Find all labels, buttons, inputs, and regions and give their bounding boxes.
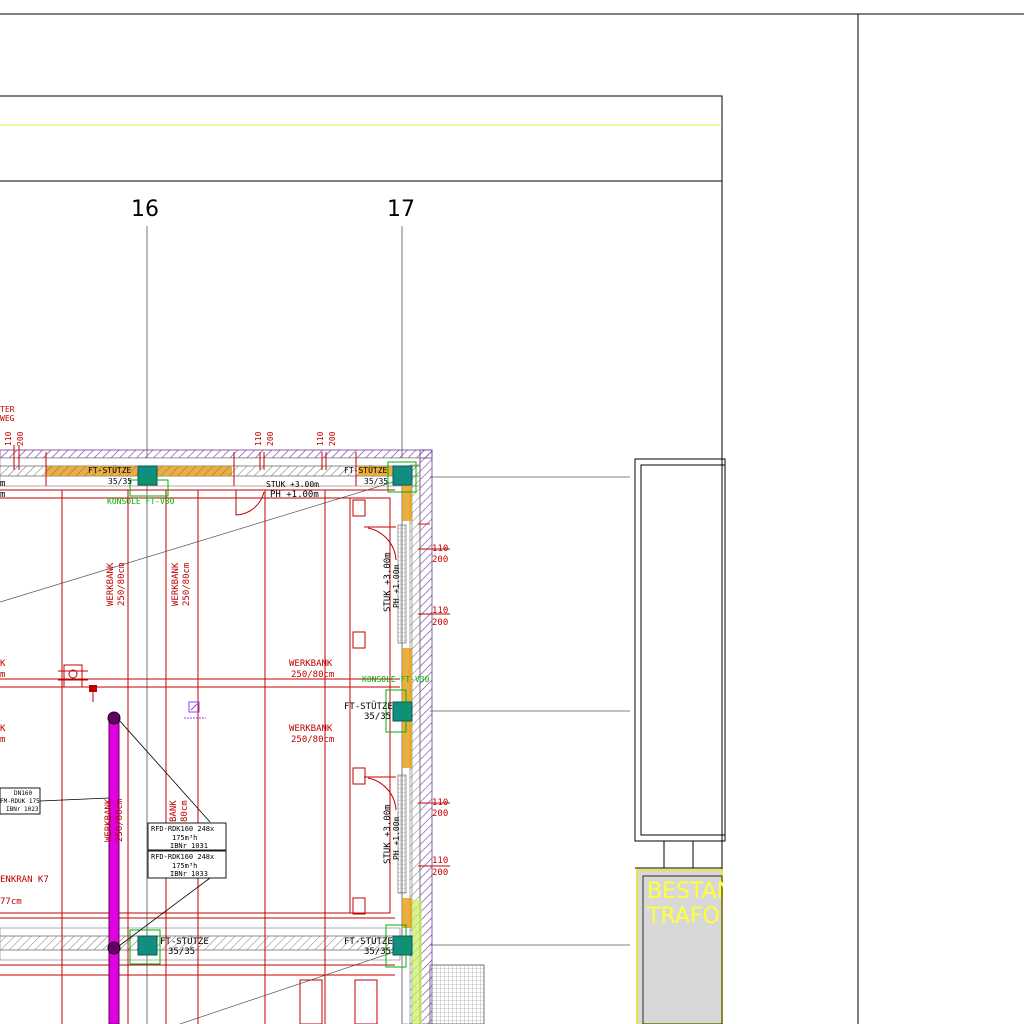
tag-left-line1: DN160 xyxy=(14,790,32,797)
label-fragment-weg: WEG xyxy=(0,414,15,423)
dim-a-200: 200 xyxy=(16,431,25,446)
column-16-top xyxy=(137,465,158,486)
right-stuetze-bot: FT-STÜTZE xyxy=(344,936,393,947)
bottom-stuetze-left: FT-STÜTZE xyxy=(160,936,209,947)
bench-v3-name: WERKBANK xyxy=(104,798,114,842)
crane-size: 77cm xyxy=(0,897,22,907)
dim-r4-110: 110 xyxy=(432,856,448,866)
right-wall-labels: 110 200 110 200 110 200 110 200 STUK +3.… xyxy=(344,544,448,957)
trafo-line2: TRAFO xyxy=(646,904,720,929)
dim-c-200: 200 xyxy=(328,431,337,446)
dim-c-110: 110 xyxy=(316,431,325,446)
right-ph-upper: PH +1.00m xyxy=(392,564,401,608)
dim-r1-110: 110 xyxy=(432,544,448,554)
bench-v4-size: 80cm xyxy=(180,800,190,822)
tag2-line3: IBNr 1033 xyxy=(170,870,208,878)
bench-v2-size: 250/80cm xyxy=(182,563,192,606)
top-fragment-m2: m xyxy=(0,490,5,500)
tag-left-line3: IBNr 1023 xyxy=(6,806,39,813)
column-17-bottom xyxy=(392,935,413,956)
right-stuetze-mid: FT-STÜTZE xyxy=(344,701,393,712)
grid-axes: 16 17 xyxy=(131,197,415,1024)
right-stuetze-bot-size: 35/35 xyxy=(364,947,391,957)
top-fragment-m1: m xyxy=(0,479,5,489)
column-17-top xyxy=(392,465,413,486)
top-konsole: KONSOLE FT-V30 xyxy=(107,497,175,506)
dim-b-200: 200 xyxy=(266,431,275,446)
bench-h2-name: WERKBANK xyxy=(289,724,333,734)
tag2-line1: RFD-RDK160 248x xyxy=(151,853,214,861)
bench-fragment-m2: m xyxy=(0,735,5,745)
top-stuk: STUK +3.00m xyxy=(266,480,319,489)
bench-h1-size: 250/80cm xyxy=(291,670,334,680)
tag2-line2: 175m³h xyxy=(172,862,197,870)
tag1-line3: IBNr 1031 xyxy=(170,842,208,850)
dim-r1-200: 200 xyxy=(432,555,448,565)
bottom-stuetze-left-size: 35/35 xyxy=(168,947,195,957)
bench-h1-name: WERKBANK xyxy=(289,659,333,669)
right-konsole: KONSOLE FT-V30 xyxy=(362,675,430,684)
dim-b-110: 110 xyxy=(254,431,263,446)
dim-r2-110: 110 xyxy=(432,606,448,616)
label-fragment-ter: TER xyxy=(0,405,15,414)
bench-fragment-k1: K xyxy=(0,659,6,669)
crane-symbol xyxy=(58,664,97,702)
dim-r3-200: 200 xyxy=(432,809,448,819)
bench-v4-name: BANK xyxy=(169,800,179,822)
top-stuetze-left: FT-STÜTZE xyxy=(88,465,132,475)
top-stuetze-right-size: 35/35 xyxy=(364,477,388,486)
bottom-labels: FT-STÜTZE 35/35 xyxy=(160,936,209,957)
floor-plan-drawing: 16 17 TER WEG 110 200 110 200 110 200 FT… xyxy=(0,13,1024,1024)
axis-label-16: 16 xyxy=(131,197,159,222)
dim-r2-200: 200 xyxy=(432,618,448,628)
tag1-line1: RFD-RDK160 248x xyxy=(151,825,214,833)
top-stuetze-left-size: 35/35 xyxy=(108,477,132,486)
purple-marker xyxy=(184,701,206,719)
dim-r4-200: 200 xyxy=(432,868,448,878)
bench-v1-size: 250/80cm xyxy=(117,563,127,606)
bench-fragment-k2: K xyxy=(0,724,6,734)
column-16-bottom xyxy=(137,935,158,956)
dim-a-110: 110 xyxy=(4,431,13,446)
crane-label: ENKRAN K7 xyxy=(0,875,49,885)
tag1-line2: 175m³h xyxy=(172,834,197,842)
bench-fragment-m1: m xyxy=(0,670,5,680)
right-ph-lower: PH +1.00m xyxy=(392,816,401,860)
bench-v1-name: WERKBANK xyxy=(106,562,116,606)
adjacent-building xyxy=(429,458,726,1024)
dim-r3-110: 110 xyxy=(432,798,448,808)
tag-left-line2: FM-RDUK 175 xyxy=(0,798,40,805)
right-stuetze-mid-size: 35/35 xyxy=(364,712,391,722)
top-stuetze-right: FT-STÜTZE xyxy=(344,465,388,475)
bench-v2-name: WERKBANK xyxy=(171,562,181,606)
axis-label-17: 17 xyxy=(387,197,415,222)
bench-v3-size: 250/80cm xyxy=(115,799,125,842)
bench-h2-size: 250/80cm xyxy=(291,735,334,745)
top-ph: PH +1.00m xyxy=(270,490,319,500)
column-17-mid xyxy=(392,701,413,722)
